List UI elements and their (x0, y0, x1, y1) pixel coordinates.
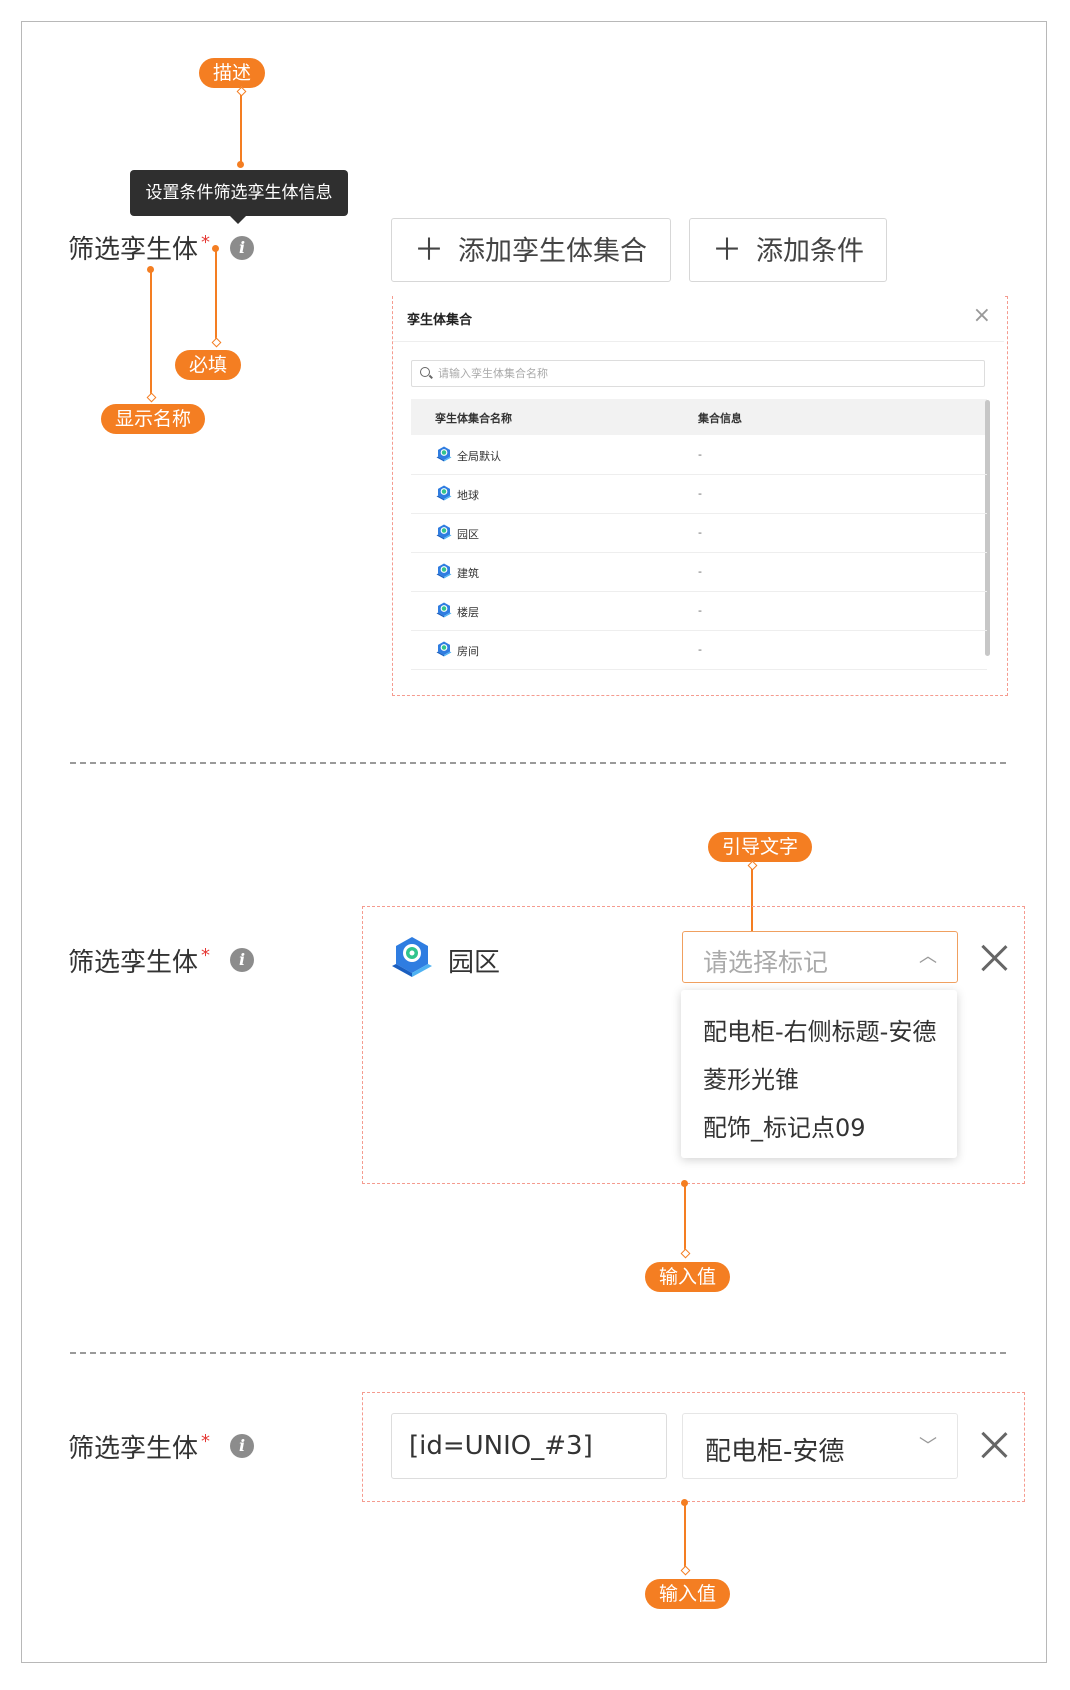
collection-modal: 孪生体集合 × 请输入孪生体集合名称 孪生体集合名称 集合信息 全局默认 - 地球 -… (393, 296, 1004, 691)
annotation-line (215, 249, 217, 342)
required-star: * (201, 232, 211, 253)
twin-collection-icon (436, 641, 452, 657)
annotation-line (684, 1502, 686, 1570)
condition-input[interactable]: [id=UNIO_#3] (391, 1413, 667, 1479)
twin-collection-icon (436, 602, 452, 618)
column-header-info: 集合信息 (698, 412, 742, 425)
field-label-text: 筛选孪生体 (68, 948, 199, 978)
marker-dropdown: 配电柜-右侧标题-安德 菱形光锥 配饰_标记点09 (681, 990, 957, 1158)
annotation-description: 描述 (199, 58, 266, 88)
table-row[interactable]: 地球 - (411, 474, 987, 514)
required-star: * (201, 1431, 211, 1452)
info-icon[interactable]: i (230, 1434, 254, 1458)
row-info: - (698, 604, 702, 617)
annotation-display-name: 显示名称 (101, 404, 206, 434)
row-info: - (698, 565, 702, 578)
modal-title: 孪生体集合 (407, 313, 473, 328)
table-row[interactable]: 楼层 - (411, 591, 987, 631)
add-collection-button[interactable]: ＋ 添加孪生体集合 (391, 218, 671, 282)
add-collection-label: 添加孪生体集合 (458, 236, 647, 267)
row-info: - (698, 526, 702, 539)
chevron-up-icon: ︿ (919, 946, 937, 967)
twin-collection-icon (436, 446, 452, 462)
column-header-name: 孪生体集合名称 (435, 412, 512, 425)
row-info: - (698, 487, 702, 500)
annotation-required: 必填 (175, 350, 242, 380)
table-row[interactable]: 园区 - (411, 513, 987, 553)
section-divider (70, 762, 1006, 764)
info-icon[interactable]: i (230, 236, 254, 260)
info-icon[interactable]: i (230, 948, 254, 972)
twin-collection-icon (436, 563, 452, 579)
field-label: 筛选孪生体 * (68, 942, 210, 979)
annotation-anchor-dot (237, 161, 244, 168)
row-name: 地球 (457, 489, 479, 502)
select-value: 配电柜-安德 (705, 1437, 845, 1467)
search-input[interactable]: 请输入孪生体集合名称 (411, 360, 985, 387)
section-divider (70, 1352, 1006, 1354)
row-info: - (698, 448, 702, 461)
row-name: 建筑 (457, 567, 479, 580)
select-placeholder: 请选择标记 (703, 948, 829, 977)
field-label-text: 筛选孪生体 (68, 235, 199, 265)
annotation-line (684, 1184, 686, 1252)
condition-input-value: [id=UNIO_#3] (409, 1431, 593, 1461)
field-label-text: 筛选孪生体 (68, 1434, 199, 1464)
search-placeholder: 请输入孪生体集合名称 (438, 367, 548, 380)
field-label: 筛选孪生体 * (68, 1428, 210, 1465)
table-header: 孪生体集合名称 集合信息 (411, 399, 987, 435)
table-row[interactable]: 建筑 - (411, 552, 987, 592)
dropdown-option[interactable]: 菱形光锥 (703, 1060, 799, 1095)
annotation-guide-text: 引导文字 (708, 832, 813, 862)
chevron-down-icon: ﹀ (919, 1436, 937, 1457)
marker-select[interactable]: 配电柜-安德 ﹀ (682, 1413, 958, 1479)
row-name: 房间 (457, 645, 479, 658)
required-star: * (201, 945, 211, 966)
twin-collection-icon (436, 524, 452, 540)
close-icon[interactable] (980, 944, 1008, 972)
twin-collection-icon (436, 485, 452, 501)
table-row[interactable]: 全局默认 - (411, 435, 987, 475)
add-condition-label: 添加条件 (756, 236, 864, 267)
close-icon[interactable] (980, 1431, 1008, 1459)
plus-icon: ＋ (414, 233, 444, 268)
table-row[interactable]: 房间 - (411, 630, 987, 670)
tooltip: 设置条件筛选孪生体信息 (130, 170, 348, 224)
annotation-input-value: 输入值 (645, 1579, 731, 1609)
annotation-line (150, 269, 152, 397)
add-condition-button[interactable]: ＋ 添加条件 (689, 218, 887, 282)
plus-icon: ＋ (712, 233, 742, 268)
annotation-input-value: 输入值 (645, 1262, 731, 1292)
row-name: 园区 (457, 528, 479, 541)
dropdown-option[interactable]: 配饰_标记点09 (703, 1108, 866, 1143)
marker-select[interactable]: 请选择标记 ︿ (682, 931, 958, 983)
annotation-line (240, 95, 242, 163)
row-name: 全局默认 (457, 450, 501, 463)
twin-collection-icon (392, 937, 432, 977)
close-icon[interactable]: × (973, 303, 991, 328)
field-label: 筛选孪生体 * (68, 229, 210, 266)
dropdown-option[interactable]: 配电柜-右侧标题-安德 (703, 1012, 936, 1047)
row-name: 楼层 (457, 606, 479, 619)
entity-name: 园区 (448, 948, 501, 978)
divider (393, 341, 1004, 342)
search-icon (420, 367, 430, 377)
row-info: - (698, 643, 702, 656)
